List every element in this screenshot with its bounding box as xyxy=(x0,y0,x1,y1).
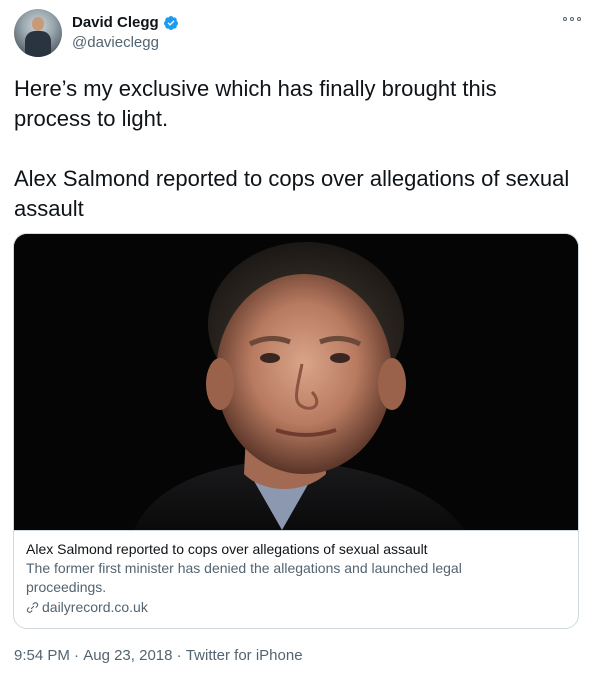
meta-separator: · xyxy=(69,647,84,664)
author-block: David Clegg @davieclegg xyxy=(72,14,179,51)
avatar-head xyxy=(32,17,44,31)
tweet: David Clegg @davieclegg Here’s my exclus… xyxy=(0,0,593,675)
name-row: David Clegg xyxy=(72,14,179,31)
avatar[interactable] xyxy=(14,9,62,57)
handle[interactable]: @davieclegg xyxy=(72,34,179,51)
card-domain-text: dailyrecord.co.uk xyxy=(42,599,148,615)
link-icon xyxy=(26,602,39,613)
tweet-paragraph-1: Here’s my exclusive which has finally br… xyxy=(14,76,497,131)
portrait-image xyxy=(14,234,578,530)
tweet-paragraph-2: Alex Salmond reported to cops over alleg… xyxy=(14,166,570,221)
display-name[interactable]: David Clegg xyxy=(72,14,159,31)
link-card[interactable]: Alex Salmond reported to cops over alleg… xyxy=(13,233,579,629)
more-options-icon[interactable] xyxy=(563,14,581,24)
tweet-time[interactable]: 9:54 PM xyxy=(14,647,70,664)
card-description: The former first minister has denied the… xyxy=(26,560,462,595)
card-domain: dailyrecord.co.uk xyxy=(26,598,568,617)
verified-badge-icon xyxy=(163,15,178,30)
avatar-body xyxy=(25,31,51,57)
tweet-meta: 9:54 PM · Aug 23, 2018 · Twitter for iPh… xyxy=(14,647,303,664)
card-image[interactable] xyxy=(14,234,578,530)
card-body[interactable]: Alex Salmond reported to cops over alleg… xyxy=(14,530,578,628)
tweet-date[interactable]: Aug 23, 2018 xyxy=(83,647,172,664)
tweet-text: Here’s my exclusive which has finally br… xyxy=(14,74,574,224)
tweet-source[interactable]: Twitter for iPhone xyxy=(186,647,303,664)
meta-separator: · xyxy=(172,647,186,664)
card-title: Alex Salmond reported to cops over alleg… xyxy=(26,541,428,557)
